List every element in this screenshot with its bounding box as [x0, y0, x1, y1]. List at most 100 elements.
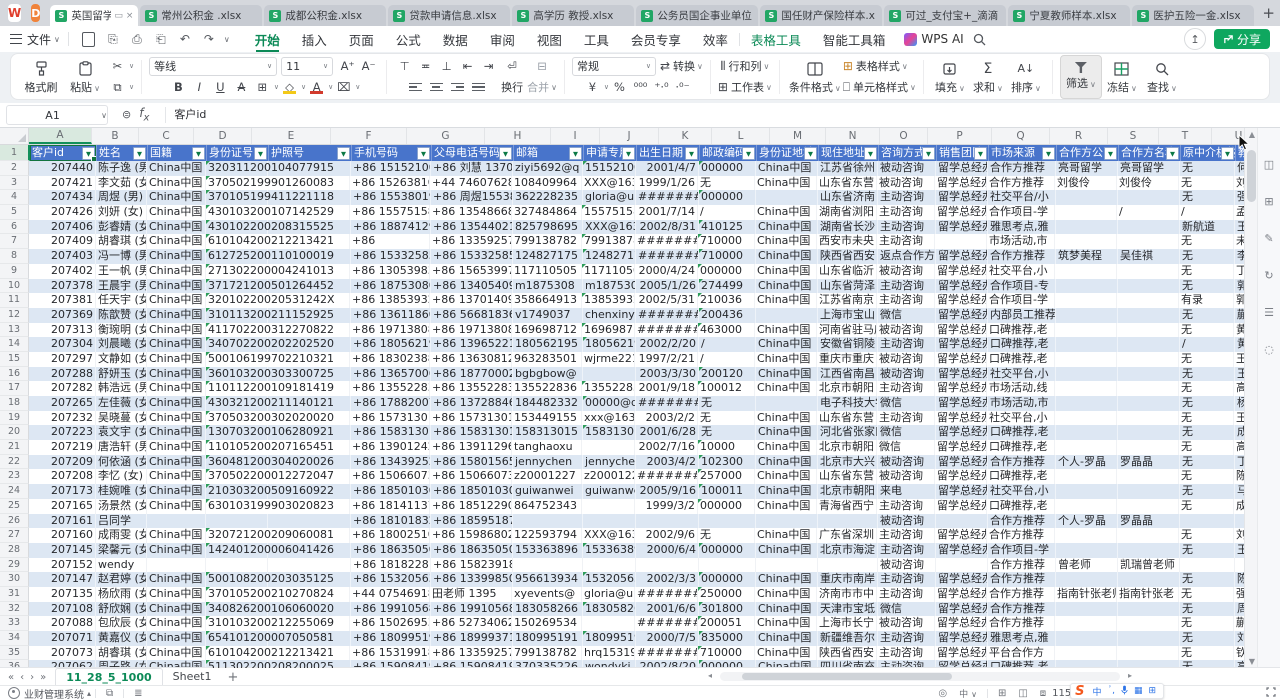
cell[interactable]: 130703200106280921 [206, 425, 268, 440]
cell[interactable]: 2000/4/24 [635, 264, 698, 279]
cell[interactable]: +86 1877000215 [431, 367, 513, 382]
cell[interactable]: China中国 [756, 161, 818, 176]
cell[interactable]: 留学总经办 [935, 264, 987, 279]
cell[interactable]: 207088 [29, 616, 96, 631]
cell[interactable] [1056, 337, 1118, 352]
cell[interactable]: +86 1582391866 [431, 558, 513, 573]
new-tab-button[interactable]: + [1262, 4, 1275, 22]
cell[interactable]: 合作项目-学 [988, 543, 1056, 558]
cell[interactable]: XXX@163.c [582, 528, 635, 543]
cell[interactable]: 留学总经办 [935, 381, 987, 396]
cell[interactable] [818, 514, 878, 529]
file-tab[interactable]: S可过_支付宝+_滴滴 [884, 5, 1006, 26]
cell[interactable]: 青海省西宁 [817, 499, 877, 514]
cell[interactable]: 社交平台,小 [987, 411, 1055, 426]
cell[interactable]: 吴晓蔓 (女) [96, 411, 147, 426]
cell[interactable]: 合作项目-学 [987, 205, 1055, 220]
cell[interactable]: 留学总经办 [935, 499, 987, 514]
cell[interactable]: 无 [1180, 425, 1235, 440]
cell[interactable]: 000000 [699, 543, 756, 558]
horizontal-scrollbar-thumb[interactable] [742, 673, 952, 680]
cell[interactable]: China中国 [755, 381, 817, 396]
row-header-10[interactable]: 10 [0, 279, 29, 294]
cell[interactable]: 2003/2/2 [635, 411, 698, 426]
currency-icon[interactable]: ¥ [583, 78, 602, 96]
cell[interactable]: 2001/6/6 [636, 602, 699, 617]
filter-dropdown-button[interactable]: ▼ [864, 147, 877, 160]
cell[interactable]: 无 [1179, 352, 1234, 367]
cell[interactable] [583, 367, 636, 382]
upload-cloud-icon[interactable]: ↥ [1184, 28, 1206, 50]
cell[interactable] [1118, 631, 1180, 646]
wps-logo[interactable]: W [8, 4, 21, 22]
italic-button[interactable]: I [190, 78, 209, 96]
cell[interactable]: 430102200208315525 [206, 220, 268, 235]
cell[interactable]: 2000/7/5 [636, 631, 699, 646]
cell[interactable]: China中国 [147, 352, 206, 367]
row-header-2[interactable]: 2 [0, 161, 29, 176]
row-header-16[interactable]: 16 [0, 367, 29, 382]
formula-search-icon[interactable]: ⊜ [122, 108, 131, 121]
cell[interactable]: 西安市未央 [817, 234, 877, 249]
cell[interactable]: China中国 [147, 176, 206, 191]
cell[interactable]: 207223 [29, 425, 96, 440]
decrease-decimal-icon[interactable]: ·⁰⁻ [673, 78, 692, 96]
cell[interactable]: / [698, 205, 755, 220]
column-header-O[interactable]: O [880, 128, 928, 144]
cell[interactable]: 赵君婷 (女) [96, 572, 147, 587]
filter-dropdown-button[interactable]: ▼ [974, 147, 987, 160]
column-header-E[interactable]: E [252, 128, 331, 144]
cell[interactable]: 207421 [29, 176, 96, 191]
formula-value[interactable]: 客户id [165, 107, 206, 123]
cell[interactable]: 1999/1/26 [635, 176, 698, 191]
cell[interactable]: 衡琬明 (女) [96, 323, 147, 338]
cell[interactable]: ######## [635, 234, 698, 249]
cell[interactable]: 207434 [29, 190, 96, 205]
cell[interactable]: 630103199903020823 [206, 499, 267, 514]
edit-panel-icon[interactable]: ✎ [1264, 232, 1273, 245]
cell[interactable] [1055, 499, 1117, 514]
cell[interactable]: 留学总经办 [936, 396, 988, 411]
header-cell[interactable]: 出生日期▼ [637, 145, 700, 161]
cell[interactable]: ziyi5692@q [513, 161, 583, 176]
cell[interactable]: +86 13552283 [350, 381, 430, 396]
cell[interactable]: 无 [1179, 528, 1234, 543]
cell[interactable] [147, 558, 206, 573]
cell[interactable]: 合作方推荐 [988, 161, 1056, 176]
cell[interactable]: 黄嘉仪 (女) [96, 631, 147, 646]
file-tab[interactable]: S国任财产保险样本.x [760, 5, 882, 26]
workspace-icon[interactable]: ⧉ [106, 688, 113, 699]
cell[interactable] [1056, 279, 1118, 294]
cell[interactable] [1118, 602, 1180, 617]
cell[interactable]: +86 13901242 [350, 440, 430, 455]
cell[interactable] [582, 440, 635, 455]
cell[interactable]: 留学总经办 [935, 440, 987, 455]
cell[interactable]: 207288 [29, 367, 96, 382]
row-header-35[interactable]: 35 [0, 646, 29, 661]
cell[interactable]: +86 18635050 [351, 543, 431, 558]
decrease-font-icon[interactable]: A⁻ [359, 57, 378, 75]
cell[interactable] [636, 514, 699, 529]
cell[interactable]: 169698712 [512, 323, 582, 338]
cell[interactable]: China中国 [756, 484, 818, 499]
cell[interactable] [582, 616, 635, 631]
cell[interactable]: 江苏省徐州 [818, 161, 878, 176]
cell[interactable]: ######## [636, 249, 699, 264]
cell[interactable]: 无 [698, 411, 755, 426]
cell[interactable]: 207152 [29, 558, 96, 573]
cell[interactable]: 无 [699, 425, 756, 440]
cell[interactable] [1055, 205, 1117, 220]
cell[interactable]: 169698712 [582, 323, 635, 338]
header-cell[interactable]: 身份证地址▼ [757, 145, 819, 161]
cell[interactable]: 留学总经办 [936, 543, 988, 558]
cell[interactable]: 无 [1180, 249, 1235, 264]
cell[interactable]: 山东省济南 [818, 190, 878, 205]
row-header-27[interactable]: 27 [0, 528, 29, 543]
cell[interactable]: 高洁 [1234, 440, 1244, 455]
cell[interactable]: 100011 [699, 484, 756, 499]
redo-icon[interactable]: ↷ [199, 30, 219, 48]
cell[interactable]: 钦冰 [1234, 646, 1244, 661]
row-header-1[interactable]: 1 [0, 145, 30, 161]
cell[interactable]: 合作方推荐 [988, 602, 1056, 617]
filter-dropdown-button[interactable]: ▼ [922, 147, 935, 160]
